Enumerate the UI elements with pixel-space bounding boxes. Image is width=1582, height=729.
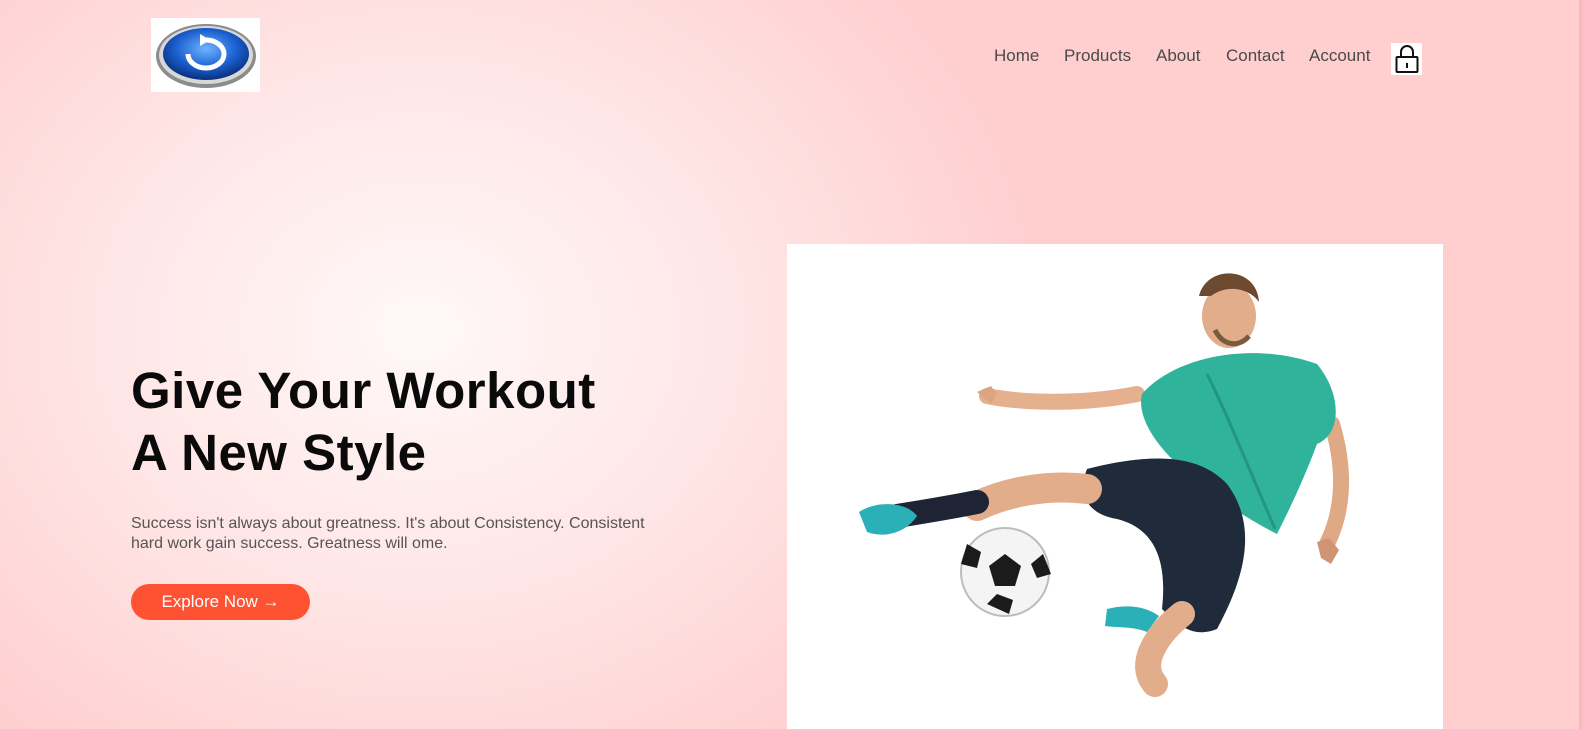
- navbar: Home Products About Contact Account: [0, 0, 1582, 110]
- hero-title-line1: Give Your Workout: [131, 362, 596, 419]
- nav-products[interactable]: Products: [1064, 46, 1131, 66]
- nav-home[interactable]: Home: [994, 46, 1039, 66]
- nav-about[interactable]: About: [1156, 46, 1200, 66]
- hero-text: Give Your Workout A New Style Success is…: [131, 360, 731, 554]
- lock-bag-icon: [1395, 45, 1418, 73]
- nav-links: Home Products About Contact Account: [0, 46, 1582, 70]
- soccer-player-illustration: [859, 273, 1350, 697]
- explore-now-button[interactable]: Explore Now →: [131, 584, 310, 620]
- hero-title-line2: A New Style: [131, 424, 427, 481]
- cart-button[interactable]: [1391, 43, 1422, 75]
- hero-subtitle: Success isn't always about greatness. It…: [131, 515, 645, 552]
- hero-image: [787, 244, 1443, 729]
- hero-title: Give Your Workout A New Style: [131, 360, 731, 484]
- nav-contact[interactable]: Contact: [1226, 46, 1285, 66]
- nav-account[interactable]: Account: [1309, 46, 1370, 66]
